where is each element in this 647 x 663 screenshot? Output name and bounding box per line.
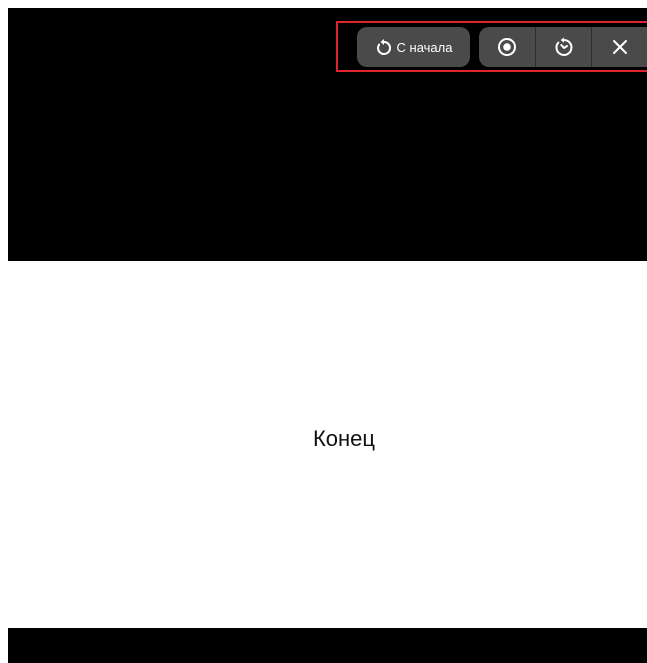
restart-button[interactable]: С начала (357, 27, 470, 67)
slideshow-screen: Конец (8, 8, 647, 663)
restart-icon (375, 38, 393, 56)
playback-controls-group (479, 27, 647, 67)
close-icon (611, 38, 629, 56)
record-button[interactable] (479, 27, 535, 67)
slide-content: Конец (8, 261, 647, 628)
timer-icon (554, 37, 574, 57)
close-button[interactable] (592, 27, 647, 67)
presentation-window: Конец С начала (0, 0, 647, 663)
current-slide: Конец (8, 261, 647, 628)
record-icon (497, 37, 517, 57)
restart-button-label: С начала (396, 39, 453, 55)
slide-title: Конец (312, 425, 376, 451)
timer-button[interactable] (536, 27, 592, 67)
